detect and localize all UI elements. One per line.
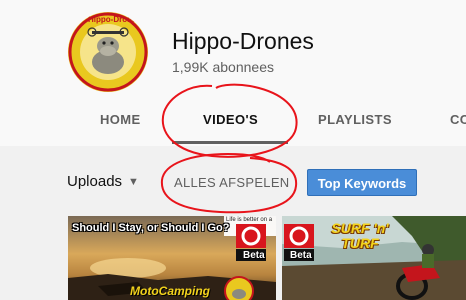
video-subtitle-overlay: MotoCamping xyxy=(130,284,210,298)
tab-community[interactable]: CO xyxy=(450,96,466,144)
video-title-overlay: SURF 'n' TURF xyxy=(331,220,389,251)
tab-home[interactable]: HOME xyxy=(100,96,141,144)
channel-watermark-icon xyxy=(224,276,254,300)
beta-brand-text: Beta xyxy=(243,250,265,261)
subscriber-count: 1,99K abonnees xyxy=(172,59,274,75)
channel-avatar[interactable]: Hippo-Drones xyxy=(68,12,148,92)
play-all-button[interactable]: ALLES AFSPELEN xyxy=(174,175,289,190)
video-title-overlay: Should I Stay, or Should I Go? xyxy=(72,222,230,234)
channel-header: Hippo-Drones Hippo-Drones 1,99K abonnees… xyxy=(0,0,466,146)
avatar-logo-text: Hippo-Drones xyxy=(88,15,141,24)
videos-toolbar: Uploads ▼ ALLES AFSPELEN Top Keywords xyxy=(0,160,466,204)
uploads-label: Uploads xyxy=(67,173,123,190)
tab-playlists[interactable]: PLAYLISTS xyxy=(318,96,392,144)
corner-tagline: Life is better on a xyxy=(226,217,273,223)
caret-down-icon: ▼ xyxy=(128,176,139,188)
uploads-dropdown[interactable]: Uploads ▼ xyxy=(67,173,139,190)
channel-tabs: HOME VIDEO'S PLAYLISTS CO xyxy=(0,96,466,146)
top-keywords-button[interactable]: Top Keywords xyxy=(307,169,417,196)
active-tab-indicator xyxy=(172,141,288,144)
channel-name: Hippo-Drones xyxy=(172,28,314,54)
beta-brand-text: Beta xyxy=(290,250,312,261)
tab-videos[interactable]: VIDEO'S xyxy=(203,96,258,144)
video-thumbnail[interactable]: Should I Stay, or Should I Go? Life is b… xyxy=(68,216,276,300)
hippo-logo-icon xyxy=(68,12,148,92)
